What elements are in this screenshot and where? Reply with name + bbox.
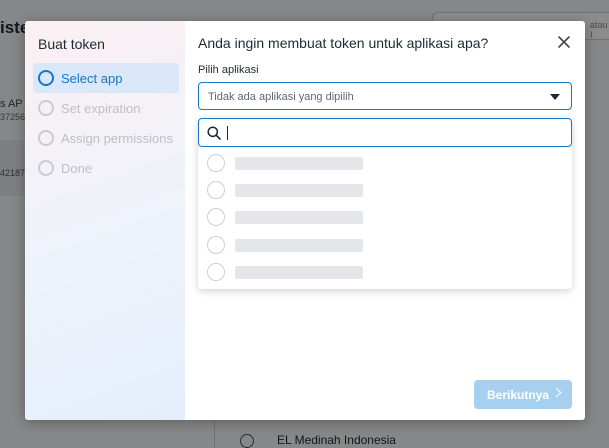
- close-icon[interactable]: [557, 35, 571, 49]
- app-dropdown-menu: [198, 118, 572, 289]
- dialog-content: Anda ingin membuat token untuk aplikasi …: [185, 21, 585, 420]
- steps-sidebar: Buat token Select app Set expiration Ass…: [25, 21, 185, 420]
- step-select-app[interactable]: Select app: [33, 63, 179, 93]
- loading-placeholder: [235, 239, 363, 252]
- option-placeholder[interactable]: [207, 234, 367, 256]
- step-label: Done: [61, 160, 93, 176]
- select-value: Tidak ada aplikasi yang dipilih: [208, 91, 354, 103]
- dialog-title: Anda ingin membuat token untuk aplikasi …: [198, 35, 489, 51]
- steps-list: Select app Set expiration Assign permiss…: [33, 63, 179, 183]
- caret-down-icon: [550, 94, 560, 100]
- create-token-dialog: Buat token Select app Set expiration Ass…: [25, 21, 585, 420]
- option-placeholder[interactable]: [207, 206, 367, 228]
- app-select-dropdown[interactable]: Tidak ada aplikasi yang dipilih: [198, 82, 572, 110]
- app-search-box[interactable]: [198, 118, 572, 147]
- radio-icon[interactable]: [207, 181, 225, 199]
- select-app-label: Pilih aplikasi: [198, 64, 259, 76]
- search-icon: [207, 126, 221, 145]
- sidebar-title: Buat token: [38, 36, 105, 52]
- step-circle-icon: [38, 160, 54, 176]
- step-label: Assign permissions: [61, 130, 173, 146]
- loading-placeholder: [235, 211, 363, 224]
- loading-placeholder: [235, 266, 363, 279]
- option-placeholder[interactable]: [207, 179, 367, 201]
- next-button[interactable]: Berikutnya: [474, 380, 572, 409]
- step-label: Set expiration: [61, 100, 141, 116]
- next-button-label: Berikutnya: [487, 387, 550, 402]
- app-search-input[interactable]: [226, 124, 556, 142]
- radio-icon[interactable]: [207, 263, 225, 281]
- loading-placeholder: [235, 157, 363, 170]
- radio-icon[interactable]: [207, 236, 225, 254]
- text-cursor: [227, 126, 228, 140]
- step-set-expiration: Set expiration: [33, 93, 179, 123]
- radio-icon[interactable]: [207, 154, 225, 172]
- step-label: Select app: [61, 70, 123, 86]
- step-circle-icon: [38, 100, 54, 116]
- option-placeholder[interactable]: [207, 261, 367, 283]
- loading-placeholder: [235, 184, 363, 197]
- chevron-right-icon: [551, 387, 562, 398]
- radio-icon[interactable]: [207, 208, 225, 226]
- step-assign-permissions: Assign permissions: [33, 123, 179, 153]
- step-done: Done: [33, 153, 179, 183]
- step-circle-icon: [38, 130, 54, 146]
- step-circle-icon: [38, 70, 54, 86]
- option-placeholder[interactable]: [207, 152, 367, 174]
